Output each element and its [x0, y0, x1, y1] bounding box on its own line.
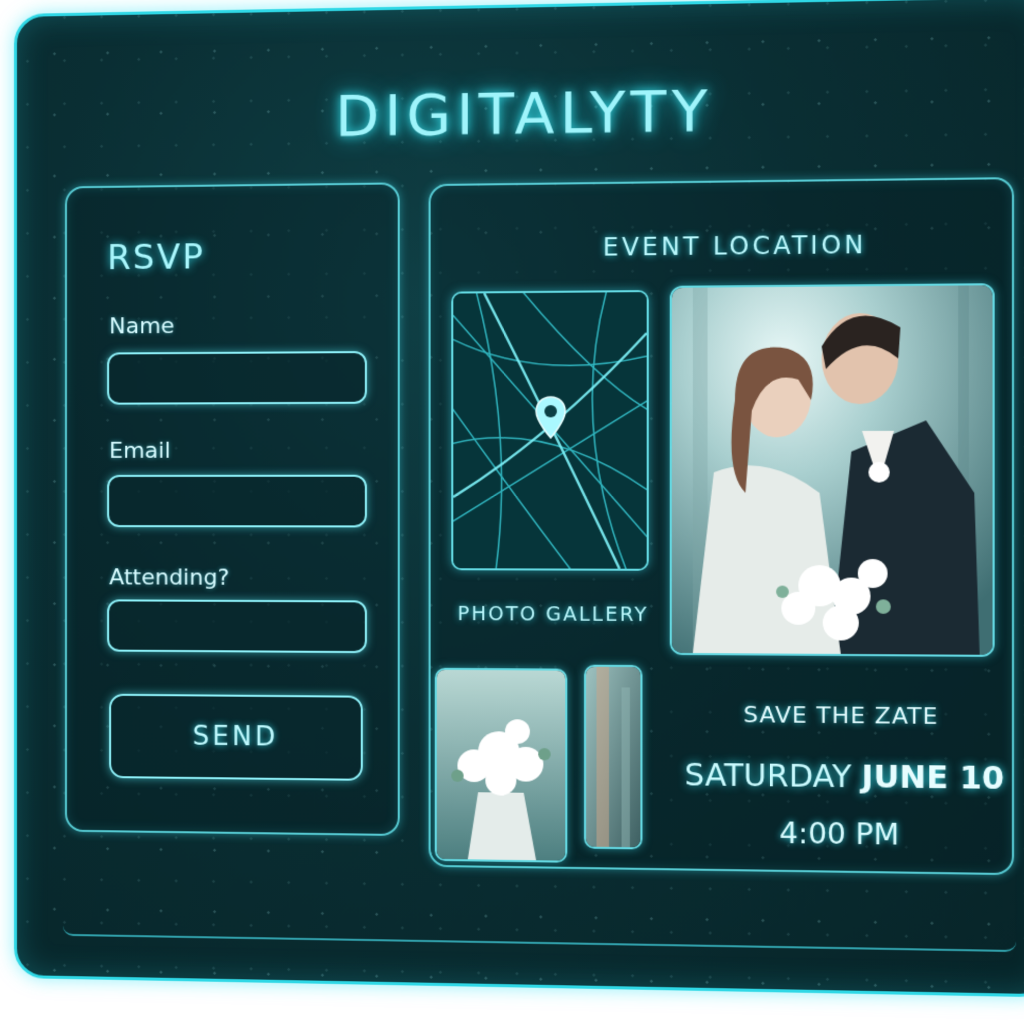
name-label: Name: [109, 313, 175, 340]
venue-photo: [586, 666, 641, 848]
event-date-day: SATURDAY: [684, 757, 852, 796]
photo-gallery-title: PHOTO GALLERY: [457, 602, 649, 627]
attending-label: Attending?: [109, 565, 230, 591]
bouquet-photo: [436, 669, 566, 861]
tablet-frame: DIGITALYTY RSVP Name Email Attending? SE…: [14, 0, 1024, 998]
name-field[interactable]: [107, 351, 367, 405]
email-field[interactable]: [107, 474, 367, 528]
couple-photo[interactable]: [669, 283, 995, 657]
rsvp-panel: RSVP Name Email Attending? SEND: [64, 182, 400, 837]
event-location-title: EVENT LOCATION: [602, 230, 867, 262]
send-button[interactable]: SEND: [109, 693, 363, 781]
gallery-thumbnail[interactable]: [434, 667, 568, 863]
event-panel: EVENT LOCATION PHOTO GALLERY SAVE THE ZA…: [428, 177, 1015, 876]
couple-photo-image: [671, 285, 993, 655]
event-date-month: JUNE 10: [861, 759, 1005, 798]
gallery-thumbnail[interactable]: [583, 664, 643, 850]
event-map[interactable]: [451, 290, 649, 571]
email-label: Email: [109, 438, 171, 464]
save-the-date-label: SAVE THE ZATE: [743, 702, 939, 731]
attending-field[interactable]: [107, 599, 367, 654]
location-pin-icon: [534, 395, 567, 440]
event-time: 4:00 PM: [779, 816, 900, 852]
event-date: SATURDAY JUNE 10: [684, 758, 1004, 798]
screen: DIGITALYTY RSVP Name Email Attending? SE…: [0, 0, 1024, 1024]
bottom-edge-highlight: [62, 925, 1017, 953]
rsvp-title: RSVP: [107, 237, 205, 279]
app-title: DIGITALYTY: [335, 77, 713, 150]
